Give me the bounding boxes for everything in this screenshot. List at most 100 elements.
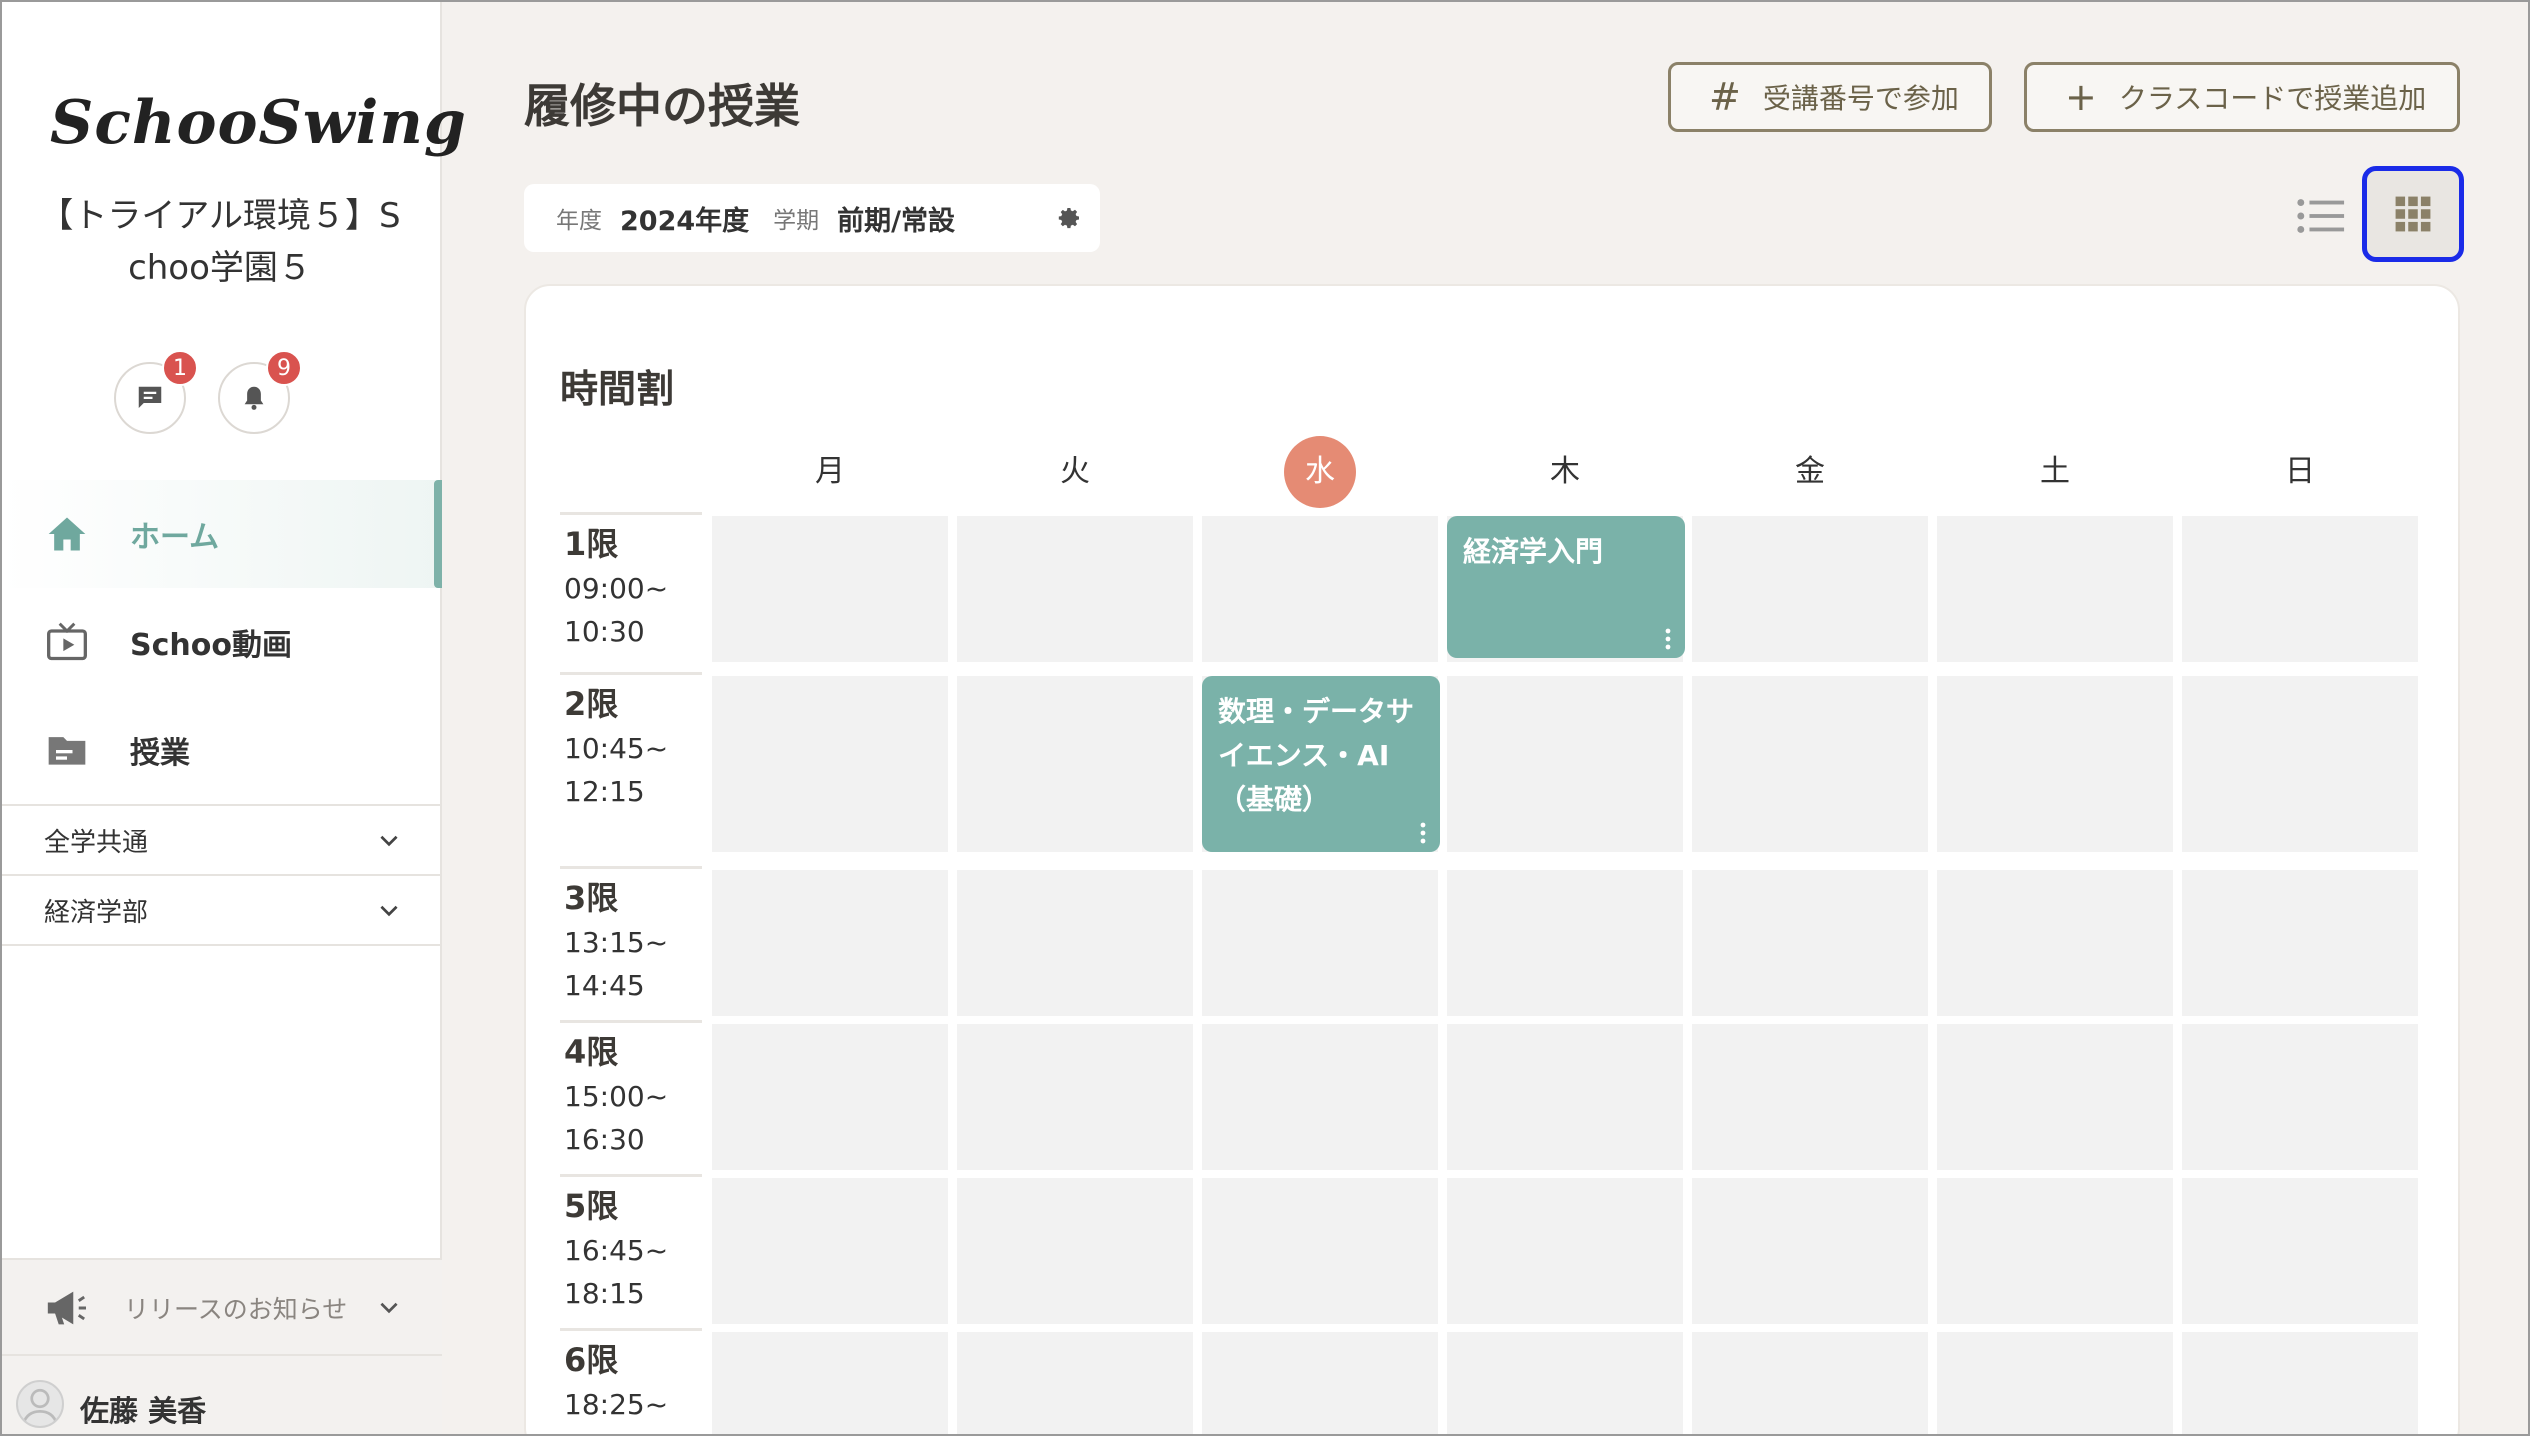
course-card-economics-intro[interactable]: 経済学入門 [1447,516,1685,658]
timetable-cell[interactable] [1202,1178,1438,1324]
timetable-cell[interactable] [957,516,1193,662]
section-economics-faculty[interactable]: 経済学部 [0,874,442,944]
release-label: リリースのお知らせ [124,1295,348,1324]
timetable-cell[interactable] [1937,1332,2173,1436]
timetable-cell[interactable] [1692,870,1928,1016]
avatar [16,1380,64,1428]
message-icon [138,386,162,408]
period-time: 16:45~ 18:15 [564,1234,669,1310]
timetable-cell[interactable] [1692,1024,1928,1170]
timetable-cell[interactable] [957,1178,1193,1324]
messages-button[interactable]: 1 [114,350,198,434]
timetable-cell[interactable] [1202,516,1438,662]
timetable-cell[interactable] [957,1332,1193,1436]
timetable-cell[interactable] [2182,1178,2418,1324]
timetable-cell[interactable] [1692,1332,1928,1436]
chevron-down-icon [380,905,398,917]
period-time: 18:25~ [564,1388,669,1421]
list-view-icon[interactable] [2296,194,2346,238]
course-title: 経済学入門 [1463,535,1604,568]
bell-icon [244,386,264,410]
period-time: 15:00~ 16:30 [564,1080,669,1156]
nav-item-home[interactable]: ホーム [0,480,442,588]
button-label: 受講番号で参加 [1762,82,1959,115]
timetable-cell[interactable] [1447,1024,1683,1170]
period-name: 1限 [564,525,619,563]
sidebar: SchooSwing 【トライアル環境５】S choo学園５ 1 9 ホーム S… [0,0,466,1436]
year-value: 2024年度 [620,205,750,237]
period-name: 4限 [564,1033,619,1071]
section-divider [0,944,442,946]
course-title: 数理・データサ イエンス・AI （基礎） [1218,695,1415,816]
timetable-cell[interactable] [712,1178,948,1324]
timetable-cell[interactable] [712,1332,948,1436]
grid-view-button[interactable] [2362,166,2464,262]
timetable-cell[interactable] [1937,1178,2173,1324]
timetable-cell[interactable] [1202,1024,1438,1170]
nav-item-classes[interactable]: 授業 [0,696,442,804]
timetable-cell[interactable] [712,516,948,662]
timetable-cell[interactable] [2182,516,2418,662]
timetable-cell[interactable] [1447,870,1683,1016]
period-time: 10:45~ 12:15 [564,732,669,808]
timetable-cell[interactable] [957,1024,1193,1170]
more-options-icon[interactable] [1420,822,1426,844]
period-5: 5限 16:45~ 18:15 [560,1174,702,1324]
period-name: 6限 [564,1341,619,1379]
organization-name: 【トライアル環境５】S choo学園５ [39,196,401,288]
timetable-cell[interactable] [712,1024,948,1170]
period-6: 6限 18:25~ [560,1328,702,1436]
period-time: 13:15~ 14:45 [564,926,669,1002]
timetable-cell[interactable] [712,870,948,1016]
page-title: 履修中の授業 [524,79,800,133]
timetable-cell[interactable] [1692,1178,1928,1324]
release-notes[interactable]: リリースのお知らせ [0,1258,442,1354]
nav-label: Schoo動画 [130,628,292,663]
day-header-fri: 金 [1795,454,1825,489]
home-icon [44,511,90,557]
tv-icon [44,619,90,665]
join-by-number-button[interactable]: # 受講番号で参加 [1668,62,1992,132]
timetable-cell[interactable] [1692,516,1928,662]
timetable-cell[interactable] [2182,676,2418,852]
period-name: 3限 [564,879,619,917]
term-label: 学期 [773,208,820,234]
course-card-data-science-ai[interactable]: 数理・データサ イエンス・AI （基礎） [1202,676,1440,852]
nav-item-schoo-videos[interactable]: Schoo動画 [0,588,442,696]
user-menu[interactable]: 佐藤 美香 [0,1354,442,1436]
section-all-university[interactable]: 全学共通 [0,804,442,874]
timetable-cell[interactable] [957,676,1193,852]
day-header-mon: 月 [815,454,845,489]
timetable-cell[interactable] [1202,870,1438,1016]
timetable-cell[interactable] [2182,1332,2418,1436]
term-filter[interactable]: 年度 2024年度 学期 前期/常設 [524,184,1100,252]
hash-icon: # [1709,75,1741,119]
day-header-sat: 土 [2040,454,2070,489]
timetable-cell[interactable] [1447,676,1683,852]
timetable-cell[interactable] [712,676,948,852]
folder-icon [44,727,90,773]
chevron-down-icon [380,835,398,847]
timetable-cell[interactable] [1447,1178,1683,1324]
timetable-cell[interactable] [957,870,1193,1016]
day-header-tue: 火 [1060,454,1090,489]
timetable-cell[interactable] [1937,516,2173,662]
add-class-by-code-button[interactable]: + クラスコードで授業追加 [2024,62,2460,132]
timetable-cell[interactable] [2182,1024,2418,1170]
megaphone-icon [47,1291,86,1325]
timetable-cell[interactable] [1937,676,2173,852]
gear-icon[interactable] [1058,206,1082,230]
button-label: クラスコードで授業追加 [2118,82,2427,115]
timetable-cell[interactable] [1692,676,1928,852]
timetable-cell[interactable] [1937,870,2173,1016]
app-logo[interactable]: SchooSwing [50,88,466,168]
day-header-sun: 日 [2285,454,2315,489]
timetable-cell[interactable] [1202,1332,1438,1436]
more-options-icon[interactable] [1665,628,1671,650]
chevron-down-icon [380,1302,398,1314]
timetable-cell[interactable] [2182,870,2418,1016]
timetable-cell[interactable] [1447,1332,1683,1436]
nav-label: 授業 [130,736,190,771]
notifications-button[interactable]: 9 [218,350,302,434]
timetable-cell[interactable] [1937,1024,2173,1170]
